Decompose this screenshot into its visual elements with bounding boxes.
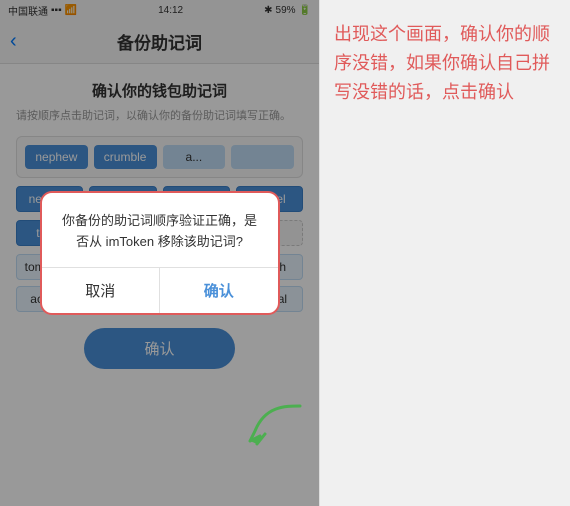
annotation-panel: 出现这个画面，确认你的顺序没错，如果你确认自己拼写没错的话，点击确认 [320,0,570,506]
annotation-text: 出现这个画面，确认你的顺序没错，如果你确认自己拼写没错的话，点击确认 [334,20,556,106]
dialog-confirm-button[interactable]: 确认 [160,268,278,313]
dialog-actions: 取消 确认 [42,267,278,313]
dialog-box: 你备份的助记词顺序验证正确，是否从 imToken 移除该助记词? 取消 确认 [40,191,280,315]
dialog-cancel-button[interactable]: 取消 [42,268,161,313]
dialog-text: 你备份的助记词顺序验证正确，是否从 imToken 移除该助记词? [58,211,262,253]
dialog-body: 你备份的助记词顺序验证正确，是否从 imToken 移除该助记词? [42,193,278,267]
phone-frame: 中国联通 ▪▪▪ 📶 14:12 ✱ 59% 🔋 ‹ 备份助记词 确认你的钱包助… [0,0,320,506]
